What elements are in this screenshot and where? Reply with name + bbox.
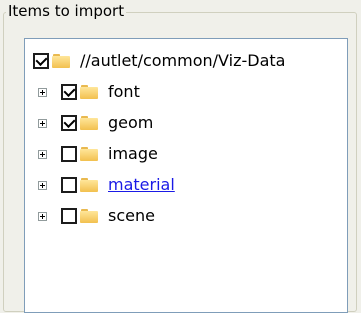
- plus-expander-icon[interactable]: [38, 87, 47, 97]
- tree-item-label[interactable]: scene: [108, 206, 155, 226]
- folder-icon: [52, 54, 70, 68]
- tree-item-font[interactable]: font: [38, 80, 140, 104]
- material-checkbox[interactable]: [61, 177, 77, 193]
- font-checkbox[interactable]: [61, 84, 77, 100]
- group-title: Items to import: [6, 2, 127, 20]
- tree-item-geom[interactable]: geom: [38, 111, 153, 135]
- root-checkbox[interactable]: [33, 53, 49, 69]
- geom-checkbox[interactable]: [61, 115, 77, 131]
- folder-icon: [80, 147, 98, 161]
- scene-checkbox[interactable]: [61, 208, 77, 224]
- tree-item-label[interactable]: material: [108, 175, 175, 195]
- tree-item-label[interactable]: image: [108, 144, 158, 164]
- plus-expander-icon[interactable]: [38, 149, 47, 159]
- folder-icon: [80, 116, 98, 130]
- tree-item-material[interactable]: material: [38, 173, 175, 197]
- plus-expander-icon[interactable]: [38, 118, 47, 128]
- tree-item-scene[interactable]: scene: [38, 204, 155, 228]
- folder-icon: [80, 85, 98, 99]
- tree-root-label[interactable]: //autlet/common/Viz-Data: [80, 51, 285, 71]
- tree-item-image[interactable]: image: [38, 142, 158, 166]
- folder-icon: [80, 178, 98, 192]
- tree-item-label[interactable]: font: [108, 82, 140, 102]
- plus-expander-icon[interactable]: [38, 180, 47, 190]
- tree-item-label[interactable]: geom: [108, 113, 153, 133]
- folder-icon: [80, 209, 98, 223]
- image-checkbox[interactable]: [61, 146, 77, 162]
- tree-root-row[interactable]: //autlet/common/Viz-Data: [33, 49, 285, 73]
- import-tree[interactable]: //autlet/common/Viz-Data font geom image…: [24, 38, 348, 313]
- plus-expander-icon[interactable]: [38, 211, 47, 221]
